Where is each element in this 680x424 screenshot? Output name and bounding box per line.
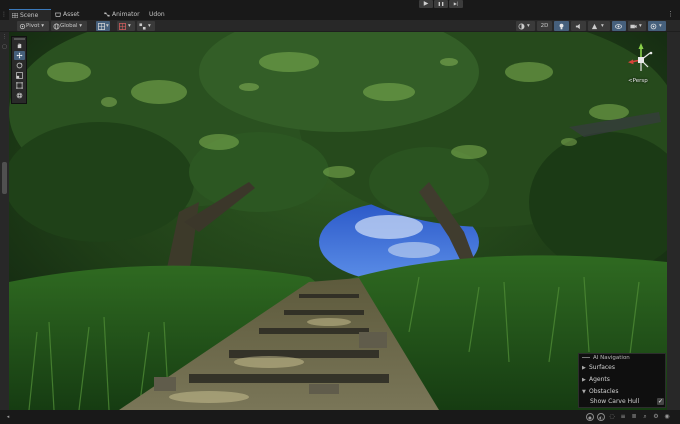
pivot-dropdown[interactable]: Pivot ▾ [17,21,49,31]
grid-visibility-dropdown[interactable]: ▾ [117,21,135,31]
chevron-down-icon: ▾ [527,23,530,29]
overlay-drag-handle[interactable] [14,38,25,40]
grid-visibility-icon [119,22,126,30]
tab-asset-store[interactable]: Asset Store [52,9,96,29]
layers-icon[interactable]: ≣ [630,413,638,421]
pivot-icon [19,23,26,29]
notifications-icon[interactable]: ≡ [619,413,627,421]
rect-transform-icon [16,82,23,89]
show-carve-hull-label: Show Carve Hull [590,398,640,405]
panel-menu-icon[interactable]: ⋮ [1,34,8,40]
tab-scene[interactable]: Scene [9,9,51,20]
increment-snapping-dropdown[interactable]: ▾ [137,21,155,31]
lightbulb-icon [559,23,564,29]
lighting-toggle[interactable] [554,21,569,31]
left-panel-strip: ⋮ ▢ [0,32,9,412]
play-button[interactable]: ▶ [419,0,433,8]
progress-icon[interactable]: ◌ [608,413,616,421]
hidden-objects-toggle[interactable] [612,21,626,31]
grid-snap-icon [98,22,105,30]
hand-tool-button[interactable] [14,41,25,50]
chevron-right-icon: ▶ [582,365,586,371]
chevron-down-icon: ▾ [106,23,109,29]
step-button[interactable]: ▶| [449,0,463,8]
chevron-down-icon: ▾ [148,23,151,29]
visibility-icon [615,23,622,29]
camera-icon [630,24,637,28]
scale-tool-button[interactable] [14,71,25,80]
foldout-agents[interactable]: ▶ Agents [582,376,610,383]
transform-tools-overlay [11,36,27,104]
globe-icon [53,23,60,29]
panel-menu-icon[interactable]: ⋮ [0,9,8,20]
search-icon[interactable]: ⌕ [641,413,649,421]
chevron-down-icon: ▾ [659,23,662,29]
overlay-menu-icon[interactable]: ▢ [1,44,8,50]
console-icon[interactable]: ◂ [4,413,12,421]
rotate-tool-button[interactable] [14,61,25,70]
pause-icon: ❚❚ [437,1,445,6]
scene-viewport[interactable] [9,32,667,410]
move-icon [16,52,23,59]
audio-toggle[interactable] [571,21,586,31]
right-panel-strip [667,32,680,412]
tab-label: Animator [112,11,140,18]
transform-icon [16,92,23,99]
foldout-obstacles[interactable]: ▼ Obstacles [582,388,618,395]
more-options-icon[interactable]: ⋮ [667,9,674,20]
tab-label: Scene [20,12,39,19]
draw-mode-dropdown[interactable]: ▾ [516,21,535,31]
play-controls: ▶ ❚❚ ▶| [419,0,463,9]
collab-icon[interactable]: ● [586,413,594,421]
chevron-right-icon: ▶ [582,377,586,383]
rotate-icon [16,62,23,69]
tab-animator[interactable]: Animator [101,9,143,20]
step-icon: ▶| [453,1,459,6]
gizmo-icon [650,23,657,29]
status-bar: ◂ ● ◐ ◌ ≡ ≣ ⌕ ⚙ ◉ [0,410,680,424]
chevron-down-icon: ▾ [79,23,83,29]
foldout-surfaces[interactable]: ▶ Surfaces [582,364,615,371]
hand-icon [17,43,22,49]
camera-dropdown[interactable]: ▾ [628,21,646,31]
settings-icon[interactable]: ⚙ [652,413,660,421]
shading-mode-icon [518,23,525,29]
scene-grid-icon [12,13,18,18]
ai-navigation-overlay: AI Navigation ▶ Surfaces ▶ Agents ▼ Obstacl… [578,353,666,408]
chevron-down-icon: ▾ [41,23,45,29]
ai-navigation-title[interactable]: AI Navigation [582,355,630,361]
grid-snapping-toggle[interactable]: ▾ [96,21,110,31]
tab-udon-graph[interactable]: Udon Graph [138,9,184,29]
2d-mode-toggle[interactable]: 2D [537,21,552,31]
scale-icon [16,72,23,79]
account-icon[interactable]: ◉ [663,413,671,421]
global-dropdown[interactable]: Global ▾ [51,21,87,31]
scene-toolbar: Pivot ▾ Global ▾ ▾ ▾ ▾ ▾ 2D ▾ ▾ ▾ [0,20,680,32]
services-icon[interactable]: ◐ [597,413,605,421]
chevron-down-icon: ▾ [601,23,604,29]
forest-scene-render [9,32,667,410]
play-controls-bar: ▶ ❚❚ ▶| [0,0,680,9]
vertical-scrollbar-handle[interactable] [2,162,7,194]
move-tool-button[interactable] [14,51,25,60]
pause-button[interactable]: ❚❚ [434,0,448,8]
show-carve-hull-checkbox[interactable]: ✓ [657,398,664,405]
transform-tool-button[interactable] [14,91,25,100]
rect-tool-button[interactable] [14,81,25,90]
projection-label[interactable]: <Persp [628,78,648,84]
increment-snap-icon [139,22,146,30]
gizmos-dropdown[interactable]: ▾ [648,21,666,31]
effects-icon [591,23,598,29]
asset-store-icon [55,12,61,17]
chevron-down-icon: ▾ [128,23,131,29]
animator-icon [104,12,110,17]
window-tab-bar: ⋮ Scene Asset Store Animator Udon Graph … [0,9,680,29]
effects-dropdown[interactable]: ▾ [588,21,610,31]
speaker-icon [575,23,580,29]
chevron-down-icon: ▾ [639,23,642,29]
unity-editor-window: ▶ ❚❚ ▶| ⋮ Scene Asset Store Animator Udo… [0,0,680,424]
play-icon: ▶ [423,0,429,7]
chevron-down-icon: ▼ [582,389,586,395]
